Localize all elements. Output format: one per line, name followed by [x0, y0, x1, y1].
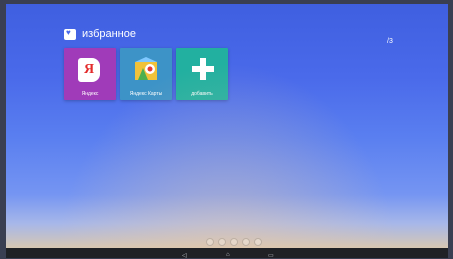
section-title: избранное — [82, 28, 136, 40]
record-icon[interactable] — [242, 238, 250, 246]
tile-add[interactable]: добавить — [176, 48, 228, 100]
tile-label: Яндекс — [81, 91, 99, 97]
plus-icon — [192, 58, 214, 80]
tile-yandex[interactable]: Я Яндекс — [64, 48, 116, 100]
folder-heart-icon — [64, 28, 76, 40]
favorites-grid: Я Яндекс Яндекс Карты добавить — [64, 48, 228, 100]
tile-yandex-maps[interactable]: Яндекс Карты — [120, 48, 172, 100]
apps-icon[interactable] — [218, 238, 226, 246]
launcher-screen: избранное /3 Я Яндекс Яндекс Карты добав… — [6, 4, 448, 248]
media-icon[interactable] — [230, 238, 238, 246]
tile-label: добавить — [191, 91, 213, 97]
yandex-maps-icon — [135, 57, 157, 80]
power-icon[interactable] — [254, 238, 262, 246]
favorites-header: избранное — [64, 28, 136, 40]
dock — [206, 238, 262, 246]
yandex-browser-icon: Я — [78, 58, 100, 82]
settings-icon[interactable] — [206, 238, 214, 246]
page-indicator: /3 — [387, 38, 393, 45]
home-icon[interactable]: ⌂ — [226, 252, 230, 258]
tile-label: Яндекс Карты — [129, 91, 163, 97]
